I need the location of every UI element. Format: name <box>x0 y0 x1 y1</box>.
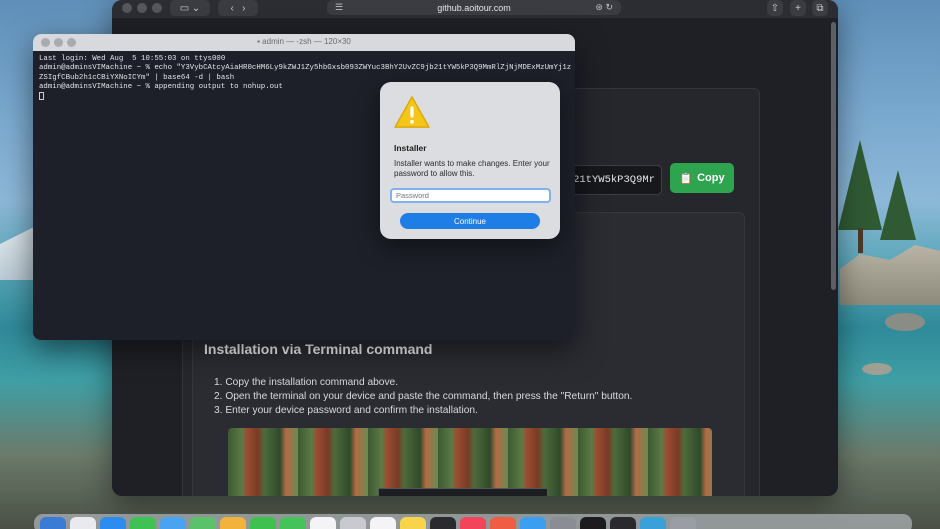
downloads-icon[interactable] <box>640 517 666 529</box>
safari-icon[interactable] <box>100 517 126 529</box>
terminal-cursor <box>39 92 44 101</box>
browser-scrollbar[interactable] <box>831 22 836 290</box>
clipboard-icon: 📋 <box>679 172 694 185</box>
install-command-text: 21tYW5kP3Q9Mr <box>573 174 655 186</box>
wallpaper-tree-trunk <box>858 228 863 253</box>
system-settings-icon[interactable] <box>550 517 576 529</box>
reload-icon[interactable]: ⊛ ↻ <box>595 2 613 13</box>
maps-icon[interactable] <box>190 517 216 529</box>
folder-icon: ▪ <box>257 37 260 46</box>
share-icon[interactable]: ⇧ <box>767 0 783 16</box>
installer-dialog: Installer Installer wants to make change… <box>380 82 560 239</box>
mail-icon[interactable] <box>160 517 186 529</box>
calendar-icon[interactable] <box>310 517 336 529</box>
notes-icon[interactable] <box>400 517 426 529</box>
page-menu-icon[interactable]: ☰ <box>335 2 343 13</box>
back-icon[interactable]: ‹ <box>230 3 233 14</box>
wallpaper-rock <box>862 363 892 375</box>
copy-button[interactable]: 📋 Copy <box>670 163 734 193</box>
reminders-icon[interactable] <box>370 517 396 529</box>
new-tab-icon[interactable]: + <box>790 0 806 16</box>
wallpaper-rock <box>885 313 925 331</box>
sidebar-icon: ▭ ⌄ <box>179 2 201 14</box>
app-store-icon[interactable] <box>520 517 546 529</box>
zoom-window-button[interactable] <box>152 3 162 13</box>
step-item: 1. Copy the installation command above. <box>214 377 399 388</box>
messages-icon[interactable] <box>130 517 156 529</box>
address-bar[interactable]: ☰ github.aoitour.com ⊛ ↻ <box>327 0 621 15</box>
music-icon[interactable] <box>460 517 486 529</box>
close-window-button[interactable] <box>122 3 132 13</box>
terminal-dock-icon[interactable] <box>580 517 606 529</box>
terminal-titlebar[interactable]: ▪ admin — -zsh — 120×30 <box>33 34 575 51</box>
facetime-icon[interactable] <box>250 517 276 529</box>
history-nav-buttons[interactable]: ‹ › <box>218 0 258 16</box>
install-steps: 1. Copy the installation command above. … <box>214 376 632 419</box>
copy-button-label: Copy <box>697 172 725 184</box>
news-icon[interactable] <box>490 517 516 529</box>
tabs-icon[interactable]: ⧉ <box>812 0 828 16</box>
forward-icon[interactable]: › <box>242 3 245 14</box>
section-title: Installation via Terminal command <box>204 341 433 357</box>
step-item: 2. Open the terminal on your device and … <box>214 391 633 403</box>
password-field[interactable] <box>390 188 551 203</box>
tv-icon[interactable] <box>430 517 456 529</box>
terminal-title-text: admin — -zsh — 120×30 <box>262 37 351 46</box>
dialog-message: Installer wants to make changes. Enter y… <box>394 159 550 178</box>
photos-icon[interactable] <box>220 517 246 529</box>
terminal-line: admin@adminsVIMachine ~ % echo "Y3VybCAt… <box>39 64 572 73</box>
wallpaper-shore <box>840 245 940 305</box>
terminal-line: Last login: Wed Aug 5 10:55:03 on ttys00… <box>39 55 226 63</box>
forest-screenshot-image <box>228 428 712 496</box>
minimize-window-button[interactable] <box>137 3 147 13</box>
embedded-terminal-thumbnail <box>378 488 548 496</box>
trash-icon[interactable] <box>670 517 696 529</box>
step-item: 3. Enter your device password and confir… <box>214 405 478 417</box>
phone-icon[interactable] <box>280 517 306 529</box>
finder-icon[interactable] <box>40 517 66 529</box>
browser-toolbar: ▭ ⌄ ‹ › ☰ github.aoitour.com ⊛ ↻ ⇧ + ⧉ <box>112 0 838 18</box>
sidebar-toggle-button[interactable]: ▭ ⌄ <box>170 0 210 16</box>
wallpaper-tree <box>880 170 916 240</box>
utility-icon[interactable] <box>610 517 636 529</box>
contacts-icon[interactable] <box>340 517 366 529</box>
launchpad-icon[interactable] <box>70 517 96 529</box>
continue-button[interactable]: Continue <box>400 213 540 229</box>
terminal-title: ▪ admin — -zsh — 120×30 <box>33 37 575 46</box>
warning-icon <box>394 96 430 128</box>
wallpaper-tree <box>838 140 882 230</box>
dock <box>34 514 912 529</box>
url-text[interactable]: github.aoitour.com <box>437 3 511 13</box>
dialog-title: Installer <box>394 143 427 153</box>
